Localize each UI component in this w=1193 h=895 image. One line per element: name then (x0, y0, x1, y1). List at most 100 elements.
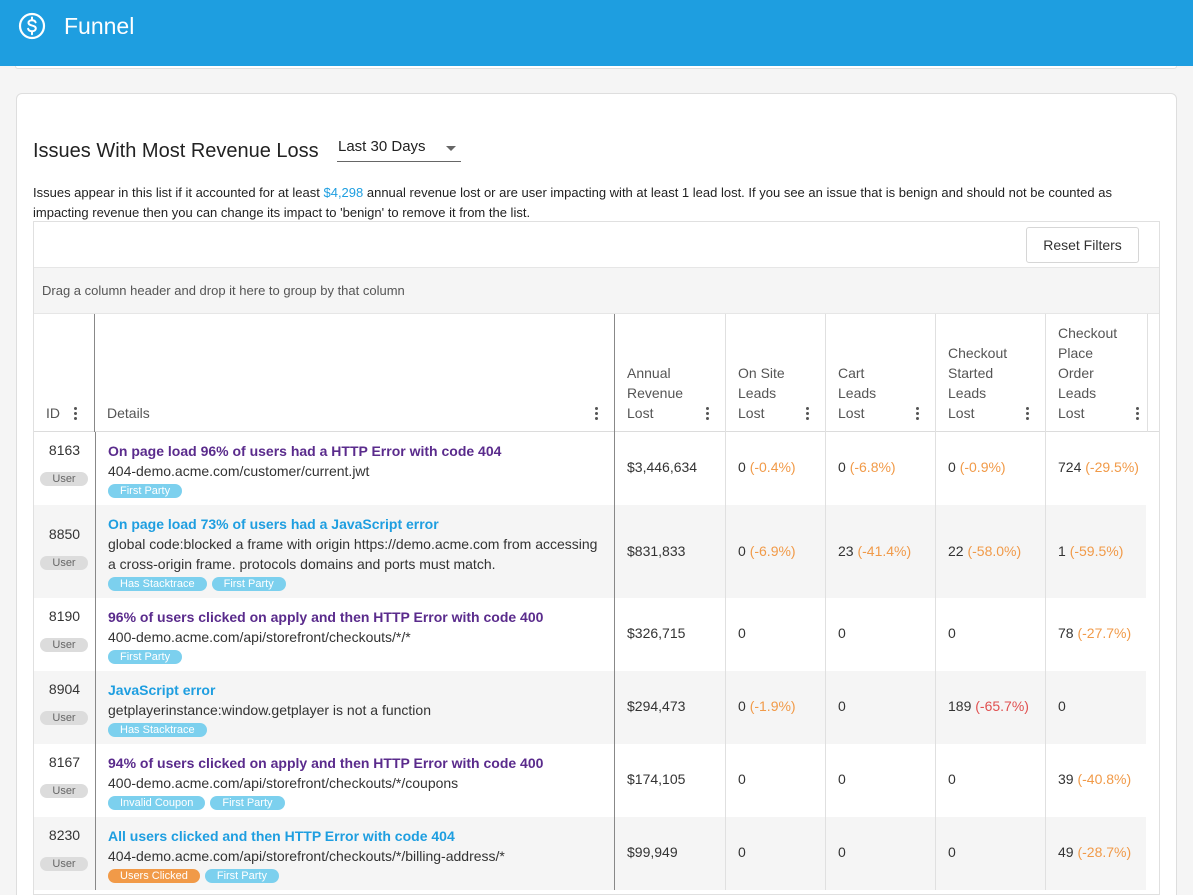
revenue-value: $831,833 (627, 543, 686, 559)
checkout-place-order-cell-value: 78 (1058, 625, 1074, 641)
issue-tag[interactable]: First Party (211, 577, 286, 591)
checkout-started-cell: 189 (-65.7%) (936, 671, 1046, 744)
cart-leads-cell-value: 0 (838, 459, 846, 475)
checkout-place-order-cell-value: 39 (1058, 771, 1074, 787)
issue-tag[interactable]: Has Stacktrace (108, 577, 207, 591)
issue-title-link[interactable]: 96% of users clicked on apply and then H… (108, 607, 543, 627)
issue-tag[interactable]: Has Stacktrace (108, 723, 207, 737)
column-menu-icon[interactable] (706, 407, 709, 420)
issue-title-link[interactable]: 94% of users clicked on apply and then H… (108, 753, 543, 773)
onsite-leads-cell: 0 (-1.9%) (726, 671, 826, 744)
revenue-value: $174,105 (627, 771, 686, 787)
table-row[interactable]: 8904 User JavaScript error getplayerinst… (34, 671, 1146, 744)
column-label: Checkout Started Leads Lost (948, 345, 1008, 421)
cart-leads-cell: 0 (826, 744, 936, 817)
cart-leads-cell-pct: (-41.4%) (857, 543, 912, 559)
onsite-leads-cell: 0 (726, 744, 826, 817)
onsite-leads-cell-value: 0 (738, 698, 746, 714)
cart-leads-cell-value: 0 (838, 771, 846, 787)
revenue-cell: $831,833 (615, 505, 726, 598)
revenue-cell: $294,473 (615, 671, 726, 744)
reset-filters-button[interactable]: Reset Filters (1026, 227, 1139, 263)
issue-tag[interactable]: Users Clicked (108, 869, 200, 883)
issue-title-link[interactable]: JavaScript error (108, 680, 215, 700)
checkout-place-order-cell-value: 724 (1058, 459, 1082, 475)
section-heading: Issues With Most Revenue Loss (33, 140, 319, 162)
issue-tag[interactable]: First Party (108, 650, 183, 664)
column-header-details[interactable]: Details (95, 314, 615, 432)
date-range-value: Last 30 Days (338, 138, 426, 155)
column-menu-icon[interactable] (1136, 407, 1139, 420)
issue-id: 8904 (48, 681, 81, 697)
issue-tag[interactable]: Invalid Coupon (108, 796, 206, 810)
revenue-value: $99,949 (627, 844, 678, 860)
details-cell: All users clicked and then HTTP Error wi… (95, 817, 615, 890)
issue-tag[interactable]: First Party (108, 484, 183, 498)
issue-tags: Has Stacktrace (108, 720, 212, 737)
cart-leads-cell: 0 (826, 671, 936, 744)
issues-grid: Reset Filters Drag a column header and d… (33, 221, 1160, 895)
checkout-started-cell: 0 (936, 598, 1046, 671)
checkout-started-cell: 0 (936, 817, 1046, 890)
description-before: Issues appear in this list if it account… (33, 185, 324, 200)
column-menu-icon[interactable] (806, 407, 809, 420)
issue-subtitle: 400-demo.acme.com/api/storefront/checkou… (108, 775, 459, 791)
issue-tag[interactable]: First Party (204, 869, 279, 883)
column-header-checkout-started[interactable]: Checkout Started Leads Lost (936, 314, 1046, 432)
issue-title-link[interactable]: On page load 73% of users had a JavaScri… (108, 514, 439, 534)
column-header-cart[interactable]: Cart Leads Lost (826, 314, 936, 432)
top-bar-edge (15, 66, 1177, 69)
checkout-place-order-cell-value: 0 (1058, 698, 1066, 714)
grid-header: ID Details Annual Revenue Lost On Site Lead… (34, 314, 1159, 432)
column-header-onsite[interactable]: On Site Leads Lost (726, 314, 826, 432)
onsite-leads-cell: 0 (-0.4%) (726, 432, 826, 505)
id-cell: 8190 User (34, 598, 95, 671)
issue-title-link[interactable]: On page load 96% of users had a HTTP Err… (108, 441, 501, 461)
column-menu-icon[interactable] (1026, 407, 1029, 420)
revenue-cell: $326,715 (615, 598, 726, 671)
issue-tags: First Party (108, 647, 187, 664)
dollar-circle-icon (18, 12, 46, 40)
onsite-leads-cell: 0 (726, 598, 826, 671)
id-cell: 8904 User (34, 671, 95, 744)
onsite-leads-cell-value: 0 (738, 459, 746, 475)
details-cell: JavaScript error getplayerinstance:windo… (95, 671, 615, 744)
user-badge: User (40, 784, 88, 798)
checkout-place-order-cell-value: 1 (1058, 543, 1066, 559)
column-menu-icon[interactable] (74, 407, 77, 420)
issue-title-link[interactable]: All users clicked and then HTTP Error wi… (108, 826, 455, 846)
column-label: Details (107, 405, 150, 421)
checkout-started-cell-pct: (-58.0%) (967, 543, 1022, 559)
column-header-revenue[interactable]: Annual Revenue Lost (615, 314, 726, 432)
issue-id: 8163 (48, 442, 81, 458)
column-header-checkout-place-order[interactable]: Checkout Place Order Leads Lost (1046, 314, 1148, 432)
date-range-select[interactable]: Last 30 Days (337, 136, 461, 162)
caret-down-icon (446, 146, 456, 151)
column-menu-icon[interactable] (916, 407, 919, 420)
id-cell: 8850 User (34, 505, 95, 598)
table-row[interactable]: 8190 User 96% of users clicked on apply … (34, 598, 1146, 671)
column-menu-icon[interactable] (595, 407, 598, 420)
onsite-leads-cell-pct: (-0.4%) (749, 459, 796, 475)
checkout-place-order-cell: 39 (-40.8%) (1046, 744, 1146, 817)
revenue-threshold: $4,298 (323, 185, 364, 200)
cart-leads-cell-value: 23 (838, 543, 854, 559)
table-row[interactable]: 8230 User All users clicked and then HTT… (34, 817, 1146, 890)
issue-tags: First Party (108, 481, 187, 498)
checkout-place-order-cell-pct: (-40.8%) (1077, 771, 1132, 787)
table-row[interactable]: 8167 User 94% of users clicked on apply … (34, 744, 1146, 817)
cart-leads-cell: 0 (-6.8%) (826, 432, 936, 505)
cart-leads-cell-value: 0 (838, 698, 846, 714)
details-cell: On page load 73% of users had a JavaScri… (95, 505, 615, 598)
onsite-leads-cell: 0 (726, 817, 826, 890)
issue-id: 8167 (48, 754, 81, 770)
table-row[interactable]: 8850 User On page load 73% of users had … (34, 505, 1146, 598)
revenue-cell: $99,949 (615, 817, 726, 890)
revenue-cell: $174,105 (615, 744, 726, 817)
table-row[interactable]: 8163 User On page load 96% of users had … (34, 432, 1146, 505)
group-by-panel[interactable]: Drag a column header and drop it here to… (34, 267, 1159, 314)
id-cell: 8230 User (34, 817, 95, 890)
issue-tag[interactable]: First Party (210, 796, 285, 810)
issue-subtitle: global code:blocked a frame with origin … (108, 536, 598, 572)
column-header-id[interactable]: ID (34, 314, 95, 432)
